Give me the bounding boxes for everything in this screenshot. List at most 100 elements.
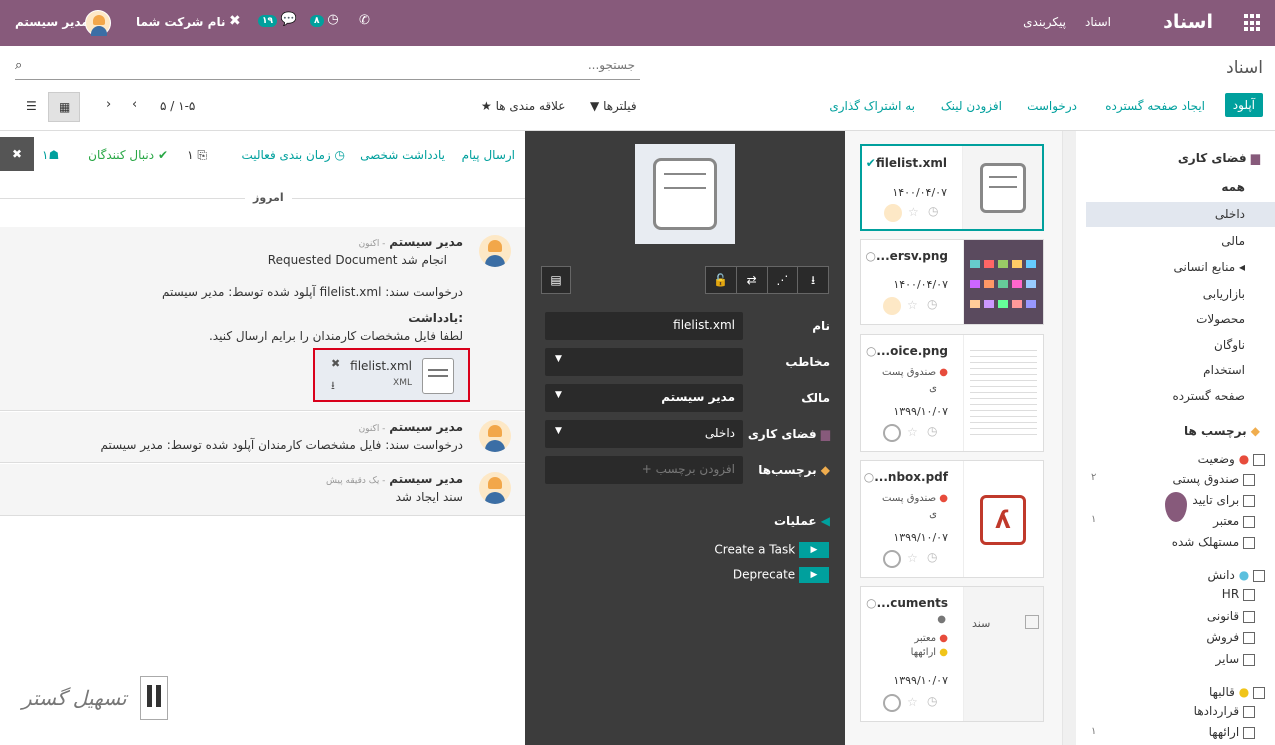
tag-contracts[interactable]: قراردادها	[1194, 704, 1255, 718]
tags-field[interactable]: + افزودن برچسب	[545, 456, 743, 484]
remove-attachment-icon[interactable]: ✖	[331, 357, 340, 370]
attachment-card[interactable]: filelist.xml XML ✖ ⭳	[313, 348, 470, 402]
replace-button[interactable]: ⇄	[736, 267, 768, 293]
checkbox[interactable]	[1243, 631, 1255, 644]
sidebar-item-finance[interactable]: مالی	[1221, 234, 1245, 248]
pager-previous-icon[interactable]: ›	[106, 97, 111, 112]
sidebar-item-all[interactable]: همه	[1221, 180, 1245, 194]
favorite-star-icon[interactable]: ☆	[907, 425, 918, 439]
activity-menu[interactable]: ۸ ◷	[310, 12, 339, 27]
tag-validated[interactable]: معتبر	[1213, 514, 1255, 528]
checkbox[interactable]	[1243, 610, 1255, 623]
phone-icon[interactable]: ✆	[359, 13, 370, 28]
list-view-button[interactable]: ☰	[16, 92, 48, 122]
favorite-star-icon[interactable]: ☆	[907, 298, 918, 312]
kanban-view-button[interactable]: ▦	[48, 92, 80, 122]
checkbox[interactable]	[1243, 494, 1255, 507]
checkbox[interactable]	[1243, 705, 1255, 718]
followers-button[interactable]: ۱☗	[42, 148, 59, 162]
send-message-button[interactable]: ارسال پیام	[462, 148, 515, 162]
select-circle-icon[interactable]: ○	[864, 470, 874, 484]
attachments-button[interactable]: ۱ ⎘	[187, 148, 207, 163]
document-card[interactable]: ○...ersv.png ۱۴۰۰/۰۴/۰۷ ☆ ◷	[860, 239, 1044, 325]
select-circle-icon[interactable]: ○	[866, 249, 876, 263]
follow-button[interactable]: دنبال کنندگان ✔	[88, 148, 168, 162]
checkbox[interactable]	[1243, 536, 1255, 549]
document-card[interactable]: ʎ ○...nbox.pdf صندوق پست ● ی ۱۳۹۹/۱۰/۰۷ …	[860, 460, 1044, 578]
favorite-star-icon[interactable]: ☆	[907, 695, 918, 709]
tag-knowledge[interactable]: دانش ●	[1208, 568, 1265, 582]
add-link-button[interactable]: افزودن لینک	[941, 99, 1002, 113]
menu-documents[interactable]: اسناد	[1085, 15, 1111, 29]
search-bar[interactable]: ⌕	[15, 56, 640, 80]
checkbox[interactable]	[1253, 569, 1265, 582]
menu-configuration[interactable]: پیکربندی	[1023, 15, 1066, 29]
tag-to-validate[interactable]: برای تایید	[1192, 493, 1255, 507]
tag-templates[interactable]: قالبها ●	[1209, 685, 1265, 699]
sidebar-item-products[interactable]: محصولات	[1196, 312, 1245, 326]
sidebar-item-marketing[interactable]: بازاریابی	[1203, 287, 1245, 301]
archive-button[interactable]: ▤	[541, 266, 571, 294]
apps-menu-icon[interactable]	[1244, 14, 1262, 32]
select-circle-icon[interactable]: ○	[866, 596, 876, 610]
request-button[interactable]: درخواست	[1027, 99, 1077, 113]
favorites-dropdown[interactable]: ★ علاقه مندی ها	[481, 99, 565, 113]
activity-clock-icon[interactable]: ◷	[927, 694, 937, 708]
contact-field[interactable]: ▼	[545, 348, 743, 376]
pager-value[interactable]: ۱-۵ / ۵	[160, 99, 195, 113]
activity-clock-icon[interactable]: ◷	[928, 204, 938, 218]
checkbox[interactable]	[1253, 686, 1265, 699]
tag-other[interactable]: سایر	[1216, 652, 1255, 666]
preview-thumbnail[interactable]	[635, 144, 735, 244]
upload-button[interactable]: آپلود	[1224, 93, 1263, 117]
activity-clock-icon[interactable]: ◷	[927, 424, 937, 438]
download-attachment-icon[interactable]: ⭳	[331, 377, 335, 396]
name-field[interactable]: filelist.xml	[545, 312, 743, 340]
create-spreadsheet-button[interactable]: ایجاد صفحه گسترده	[1105, 99, 1205, 113]
favorite-star-icon[interactable]: ☆	[908, 205, 919, 219]
pager-next-icon[interactable]: ‹	[132, 97, 137, 112]
close-chatter-button[interactable]: ✖	[0, 137, 34, 171]
checkbox[interactable]	[1243, 588, 1255, 601]
checkbox[interactable]	[1243, 653, 1255, 666]
messaging-menu[interactable]: ۱۹ 💬	[258, 12, 297, 27]
sidebar-item-hr[interactable]: منابع انسانی ◂	[1174, 260, 1245, 274]
action-create-task[interactable]: Create a Task ▶	[714, 542, 829, 558]
tag-status[interactable]: وضعیت ●	[1198, 452, 1265, 466]
tag-deprecated[interactable]: مستهلک شده	[1172, 535, 1255, 549]
sidebar-item-internal[interactable]: داخلی	[1086, 202, 1275, 227]
document-card[interactable]: سند ○...cuments ● معتبر ● ارائهها ● ۱۳۹۹…	[860, 586, 1044, 722]
favorite-star-icon[interactable]: ☆	[907, 551, 918, 565]
document-card-selected[interactable]: ✔filelist.xml ۱۴۰۰/۰۴/۰۷ ☆ ◷	[860, 144, 1044, 231]
sidebar-item-recruitment[interactable]: استخدام	[1203, 363, 1245, 377]
select-circle-icon[interactable]: ○	[866, 344, 876, 358]
checkbox[interactable]	[1253, 453, 1265, 466]
workspace-field[interactable]: داخلی ▼	[545, 420, 743, 448]
sidebar-item-fleet[interactable]: ناوگان	[1214, 338, 1245, 352]
lock-button[interactable]: 🔓	[706, 267, 737, 293]
user-menu[interactable]: مدیر سیستم	[15, 8, 111, 38]
document-card[interactable]: ○...oice.png صندوق پست ● ی ۱۳۹۹/۱۰/۰۷ ☆ …	[860, 334, 1044, 452]
checkbox[interactable]	[1243, 515, 1255, 528]
checkbox[interactable]	[1243, 473, 1255, 486]
debug-tools-icon[interactable]: ✖	[229, 13, 241, 29]
tag-inbox[interactable]: صندوق پستی	[1172, 472, 1255, 486]
log-note-button[interactable]: یادداشت شخصی	[360, 148, 445, 162]
activity-clock-icon[interactable]: ◷	[927, 550, 937, 564]
action-deprecate[interactable]: Deprecate ▶	[733, 567, 829, 583]
checkbox[interactable]	[1243, 726, 1255, 739]
company-switcher[interactable]: نام شرکت شما	[136, 15, 225, 29]
tag-sales[interactable]: فروش	[1206, 630, 1255, 644]
sidebar-item-spreadsheet[interactable]: صفحه گسترده	[1172, 389, 1245, 403]
filters-dropdown[interactable]: ▼ فیلترها	[590, 99, 637, 113]
sidebar-scrollbar[interactable]	[1062, 131, 1076, 745]
search-input[interactable]	[35, 58, 635, 72]
search-icon[interactable]: ⌕	[15, 58, 22, 73]
share-button[interactable]: ⋰	[767, 267, 799, 293]
owner-field[interactable]: مدیر سیستم ▼	[545, 384, 743, 412]
app-title[interactable]: اسناد	[1163, 11, 1213, 33]
tag-hr[interactable]: HR	[1222, 587, 1255, 601]
share-button[interactable]: به اشتراک گذاری	[829, 99, 915, 113]
tag-presentations[interactable]: ارائهها	[1209, 725, 1255, 739]
tag-legal[interactable]: قانونی	[1207, 609, 1255, 623]
